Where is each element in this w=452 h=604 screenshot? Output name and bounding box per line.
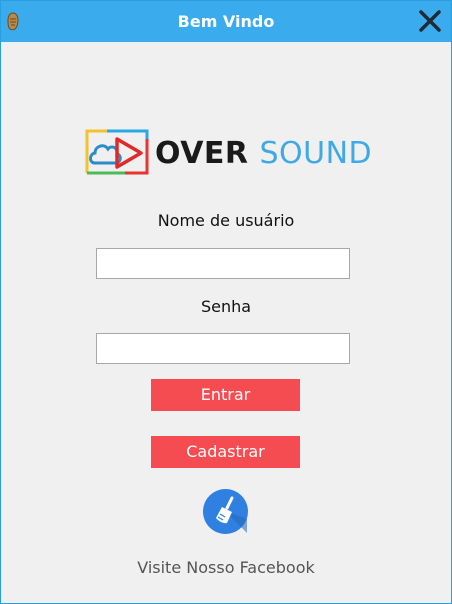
username-label: Nome de usuário [157,211,295,230]
logo-word-over: OVER [155,136,249,171]
title-bar[interactable]: Bem Vindo [1,1,451,42]
play-cloud-logo-icon [85,129,149,175]
logo-word-sound: SOUND [259,136,373,171]
close-icon[interactable] [417,8,443,34]
password-input[interactable] [96,333,350,364]
window-title: Bem Vindo [177,12,275,31]
password-label: Senha [200,297,252,316]
app-logo: OVER SOUND [85,129,372,177]
facebook-link[interactable]: Visite Nosso Facebook [1,558,451,577]
username-input[interactable] [96,248,350,279]
broom-icon[interactable] [203,489,248,534]
login-button[interactable]: Entrar [151,379,300,411]
login-window: Bem Vindo OVER SOUND Nome de usuário Sen… [0,0,452,604]
register-button[interactable]: Cadastrar [151,436,300,468]
